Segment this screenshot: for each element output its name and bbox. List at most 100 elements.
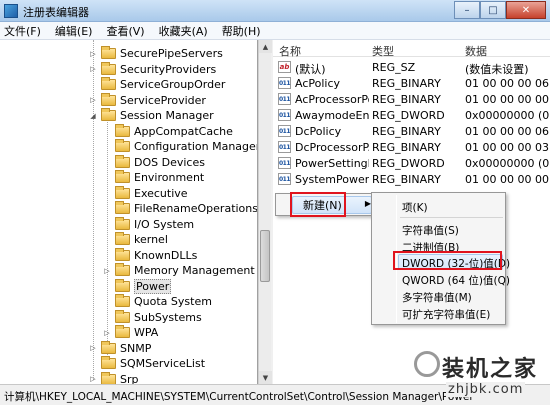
list-item[interactable]: 011 DcProcessorP...REG_BINARY 01 00 00 00 … <box>273 139 550 155</box>
list-item[interactable]: ab (默认) REG_SZ (数值未设置) <box>273 59 550 76</box>
window-title: 注册表编辑器 <box>23 6 89 19</box>
tree-scrollbar[interactable]: ▲ ▼ <box>258 40 272 384</box>
folder-icon <box>101 371 116 384</box>
watermark-logo-icon <box>414 351 440 377</box>
expand-arrow-icon[interactable]: ▷ <box>88 50 98 58</box>
title-bar[interactable]: 注册表编辑器 – □ ✕ <box>0 0 550 22</box>
tree-node-label: ServiceProvider <box>120 93 206 107</box>
tree-node[interactable]: Power <box>102 278 172 295</box>
list-cell-type: REG_DWORD <box>372 109 445 122</box>
list-item[interactable]: 011 AwaymodeEna...REG_DWORD 0x00000000 (0) <box>273 107 550 123</box>
folder-icon <box>115 170 130 184</box>
tree-node[interactable]: ▷ SecurePipeServers <box>88 46 223 62</box>
tree-node[interactable]: Configuration Manager <box>102 139 258 155</box>
tree-node-label: SNMP <box>120 341 152 355</box>
scroll-down-icon[interactable]: ▼ <box>259 371 272 384</box>
tree-node[interactable]: ▷ WPA <box>102 325 158 341</box>
submenu-item-multi-string[interactable]: 多字符串值(M) <box>402 290 472 305</box>
list-cell-name: PowerSettingP... <box>295 157 369 170</box>
minimize-icon: – <box>464 4 470 16</box>
submenu-item-string[interactable]: 字符串值(S) <box>402 223 459 238</box>
tree-node[interactable]: Executive <box>102 185 188 202</box>
list-cell-name: AwaymodeEna... <box>295 109 369 122</box>
tree-node[interactable]: ▷ Srp <box>88 371 139 384</box>
highlight-box-dword <box>393 251 502 270</box>
menu-file[interactable]: 文件(F) <box>4 23 41 39</box>
submenu-item-key[interactable]: 项(K) <box>402 200 428 215</box>
registry-tree[interactable]: ▷ SecurePipeServers ▷ SecurityProviders Serv… <box>0 40 258 384</box>
expand-arrow-icon[interactable]: ▷ <box>88 65 98 73</box>
scroll-up-icon[interactable]: ▲ <box>259 40 272 53</box>
tree-node[interactable]: FileRenameOperations <box>102 201 257 217</box>
expand-arrow-icon[interactable]: ▷ <box>88 375 98 383</box>
list-item[interactable]: 011 PowerSettingP...REG_DWORD 0x00000000 (… <box>273 155 550 171</box>
tree-node[interactable]: I/O System <box>102 216 195 233</box>
tree-node[interactable]: Quota System <box>102 294 212 310</box>
list-cell-data: 0x00000000 (0) <box>465 157 550 170</box>
tree-node[interactable]: ▷ ServiceProvider <box>88 92 206 109</box>
folder-icon <box>115 325 130 339</box>
folder-icon <box>101 356 116 370</box>
menu-help[interactable]: 帮助(H) <box>222 23 261 39</box>
list-cell-name: DcPolicy <box>295 125 342 138</box>
list-cell-name: DcProcessorP... <box>295 141 369 154</box>
tree-node[interactable]: SubSystems <box>102 309 202 326</box>
expand-arrow-icon[interactable]: ▷ <box>102 267 112 275</box>
list-cell-data: 0x00000000 (0) <box>465 109 550 122</box>
expand-arrow-icon[interactable]: ▷ <box>88 96 98 104</box>
tree-node-label: SQMServiceList <box>120 357 206 371</box>
menu-edit[interactable]: 编辑(E) <box>55 23 93 39</box>
tree-node-label: WPA <box>134 326 159 340</box>
expand-arrow-icon[interactable]: ▷ <box>88 344 98 352</box>
tree-node[interactable]: DOS Devices <box>102 154 205 171</box>
tree-node-label: AppCompatCache <box>134 124 233 138</box>
binary-value-icon: 011 <box>278 173 291 185</box>
list-cell-type: REG_BINARY <box>372 173 441 186</box>
submenu-item-qword[interactable]: QWORD (64 位)值(Q) <box>402 273 510 288</box>
expand-arrow-icon[interactable]: ▷ <box>102 329 112 337</box>
tree-node[interactable]: Environment <box>102 170 204 186</box>
close-button[interactable]: ✕ <box>506 1 546 19</box>
tree-node[interactable]: kernel <box>102 232 168 248</box>
folder-icon <box>101 46 116 60</box>
column-type[interactable]: 类型 <box>372 43 394 59</box>
list-item[interactable]: 011 DcPolicy REG_BINARY 01 00 00 00 06 00 <box>273 123 550 139</box>
list-item[interactable]: 011 SystemPowerP...REG_BINARY 01 00 00 00 … <box>273 171 550 187</box>
binary-value-icon: 011 <box>278 141 291 153</box>
submenu-item-expandable-string[interactable]: 可扩充字符串值(E) <box>402 307 490 322</box>
tree-node-label: Power <box>134 278 172 294</box>
tree-node-label: I/O System <box>134 217 195 231</box>
tree-node[interactable]: ServiceGroupOrder <box>88 77 225 93</box>
list-cell-type: REG_SZ <box>372 61 416 74</box>
folder-icon <box>101 340 116 354</box>
tree-node-label: KnownDLLs <box>134 248 198 262</box>
minimize-button[interactable]: – <box>454 1 480 19</box>
binary-value-icon: 011 <box>278 157 291 169</box>
watermark-brand: 装机之家 <box>442 357 539 382</box>
list-header: 名称 类型 数据 <box>273 40 550 59</box>
tree-node[interactable]: AppCompatCache <box>102 123 233 140</box>
menu-favorites[interactable]: 收藏夹(A) <box>159 23 208 39</box>
tree-node[interactable]: KnownDLLs <box>102 247 198 264</box>
maximize-button[interactable]: □ <box>480 1 506 19</box>
menu-view[interactable]: 查看(V) <box>106 23 144 39</box>
list-item[interactable]: 011 AcPolicy REG_BINARY 01 00 00 00 06 00 <box>273 75 550 91</box>
tree-node[interactable]: ▷ SecurityProviders <box>88 61 216 78</box>
folder-icon <box>115 247 130 261</box>
tree-node-label: DOS Devices <box>134 155 205 169</box>
tree-node[interactable]: ▷ SNMP <box>88 340 152 357</box>
tree-node-label: ServiceGroupOrder <box>120 78 226 92</box>
tree-node[interactable]: ▷ Memory Management <box>102 263 255 279</box>
scroll-thumb[interactable] <box>260 230 270 282</box>
collapse-arrow-icon[interactable]: ◢ <box>88 112 98 120</box>
folder-icon <box>101 61 116 75</box>
tree-node[interactable]: ◢ Session Manager <box>88 108 214 124</box>
list-item[interactable]: 011 AcProcessorPo...REG_BINARY 01 00 00 00… <box>273 91 550 107</box>
column-data[interactable]: 数据 <box>465 43 487 59</box>
tree-node[interactable]: SQMServiceList <box>88 356 205 372</box>
watermark: 装机之家 zhjbk.com <box>406 351 546 403</box>
list-cell-type: REG_BINARY <box>372 141 441 154</box>
column-name[interactable]: 名称 <box>279 43 301 59</box>
list-cell-data: 01 00 00 00 03 00 <box>465 141 550 154</box>
tree-node-label: Configuration Manager <box>134 140 258 154</box>
